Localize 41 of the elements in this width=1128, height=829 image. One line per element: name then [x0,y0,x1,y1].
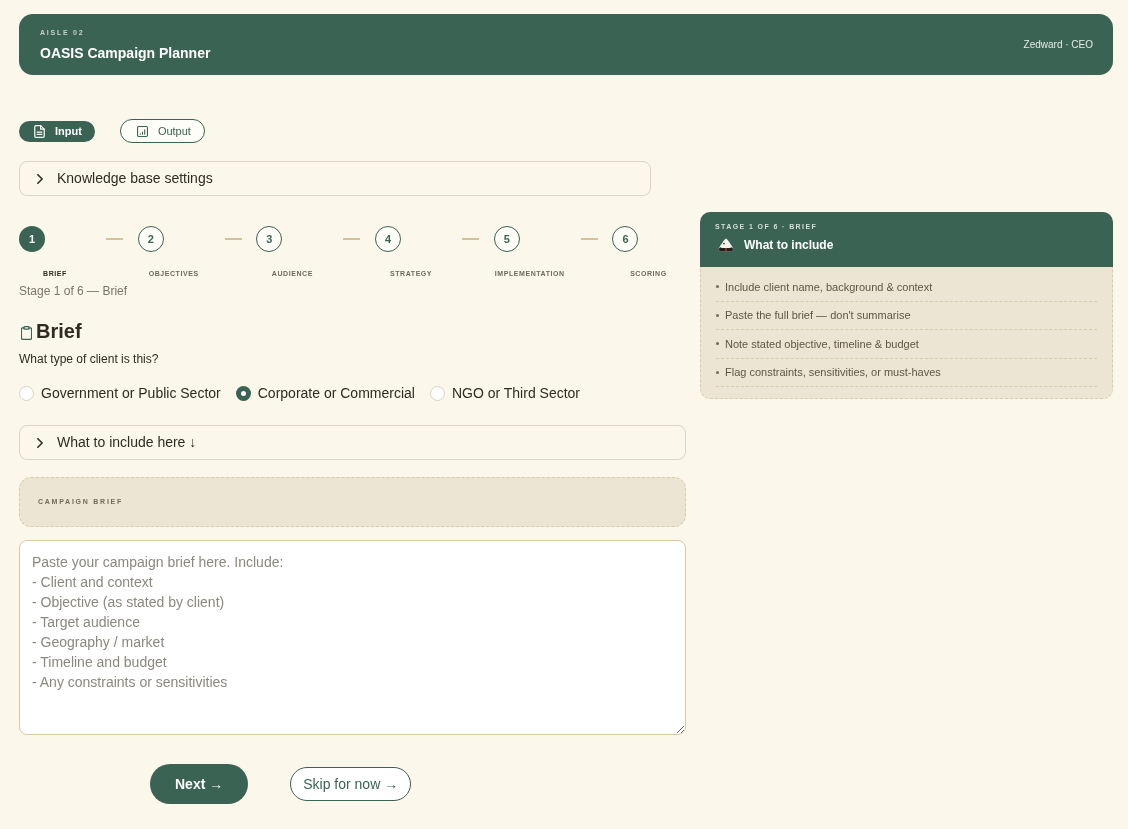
bullet-icon [716,313,719,317]
step-connector [580,238,598,240]
step-indicator: 1 [19,226,45,252]
include-toggle[interactable]: What to include here ↓ [19,425,686,460]
radio-label[interactable]: Corporate or Commercial [257,384,415,402]
guide-item: Note stated objective, timeline & budget [725,336,919,351]
guide-title: What to include [744,237,834,253]
guide-item: Include client name, background & context [725,279,933,294]
question-label: What type of client is this? [19,351,160,367]
radio-button[interactable] [429,385,445,401]
radio-button[interactable] [235,385,251,401]
step-indicator: 2 [137,226,164,252]
step-indicator: 6 [612,226,639,252]
guide-item: Paste the full brief — don't summarise [725,308,911,323]
skip-button[interactable]: Skip for now → [290,767,412,801]
radio-button[interactable] [19,385,34,401]
mode-tab[interactable]: Input [19,120,95,142]
radio-label[interactable]: Government or Public Sector [41,384,221,402]
app-title: OASIS Campaign Planner [40,43,211,62]
stage-caption: Stage 1 of 6 — Brief [19,283,129,299]
step-indicator: 3 [256,226,283,252]
next-button[interactable]: Next → [150,764,249,804]
bullet-icon [716,285,719,289]
step-connector [106,238,123,240]
step-connector [224,238,242,240]
knowledge-base-toggle[interactable]: Knowledge base settings [19,161,651,196]
radio-label[interactable]: NGO or Third Sector [451,384,581,402]
user-label: Zedward · CEO [1023,38,1093,51]
clipboard-icon [21,325,32,340]
brief-input[interactable]: Paste your campaign brief here. Include: - Client and context - Objective (as stated by client) - Target audience - Geography / market - Timeline and budget - Any constraints or sensitivities [19,540,686,735]
bar-chart-icon [136,125,148,137]
mode-tab[interactable]: Output [119,119,205,143]
bullet-icon [716,370,719,374]
section-title: Brief [36,319,82,344]
step-connector [343,238,361,240]
bullet-icon [716,342,719,346]
step-indicator: 5 [493,226,520,252]
guide-item: Flag constraints, sensitivities, or must-haves [725,365,941,380]
document-icon [34,124,45,138]
step-indicator: 4 [375,226,402,252]
step-connector [462,238,480,240]
